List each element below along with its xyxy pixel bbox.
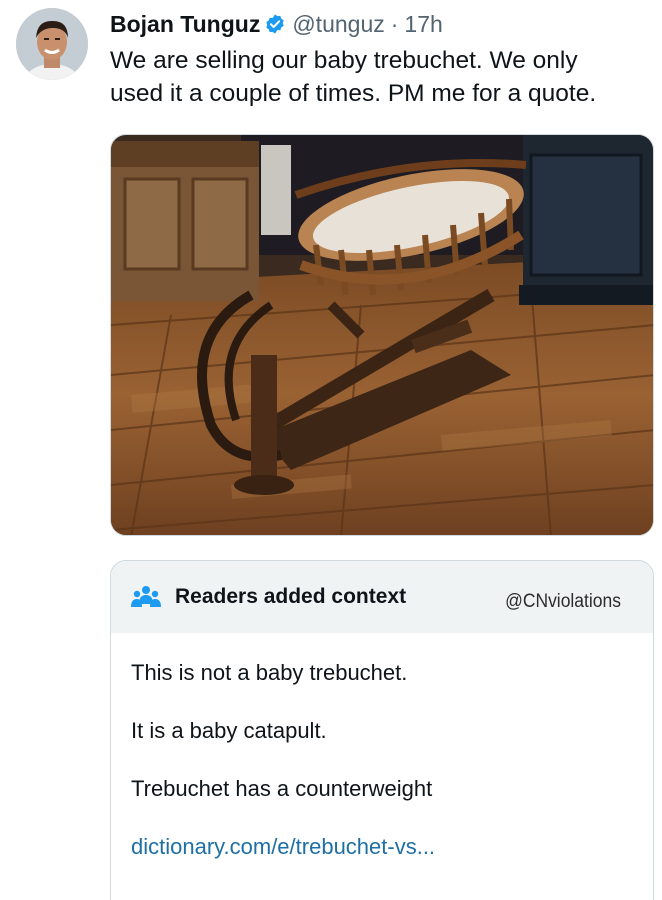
tweet-time[interactable]: 17h bbox=[404, 11, 442, 38]
community-note-header: Readers added context @CNviolations bbox=[111, 561, 653, 633]
note-text-line: Trebuchet has a counterweight bbox=[131, 776, 433, 801]
community-note-body: This is not a baby trebuchet. It is a ba… bbox=[111, 633, 653, 861]
tweet-text-line: used it a couple of times. PM me for a q… bbox=[110, 80, 597, 107]
note-source-link[interactable]: dictionary.com/e/trebuchet-vs... bbox=[131, 833, 653, 861]
cradle-photo-icon bbox=[111, 135, 653, 535]
note-text-line: This is not a baby trebuchet. bbox=[131, 660, 408, 685]
tweet-text-line: We are selling our baby trebuchet. We on… bbox=[110, 47, 578, 74]
community-note-title: Readers added context bbox=[175, 585, 407, 608]
verified-badge-icon bbox=[266, 14, 285, 34]
separator-dot: · bbox=[390, 10, 399, 37]
avatar[interactable] bbox=[16, 8, 88, 80]
tweet-header: Bojan Tunguz @tunguz · 17h bbox=[110, 8, 443, 40]
watermark-credit: @CNviolations bbox=[505, 591, 621, 612]
profile-photo-icon bbox=[16, 8, 88, 80]
tweet-media[interactable] bbox=[110, 134, 654, 536]
people-icon bbox=[131, 586, 161, 607]
tweet-text: We are selling our baby trebuchet. We on… bbox=[110, 44, 650, 110]
author-handle[interactable]: @tunguz bbox=[292, 11, 384, 38]
author-name[interactable]: Bojan Tunguz bbox=[110, 11, 260, 38]
community-note: Readers added context @CNviolations This… bbox=[110, 560, 654, 900]
note-text-line: It is a baby catapult. bbox=[131, 718, 327, 743]
